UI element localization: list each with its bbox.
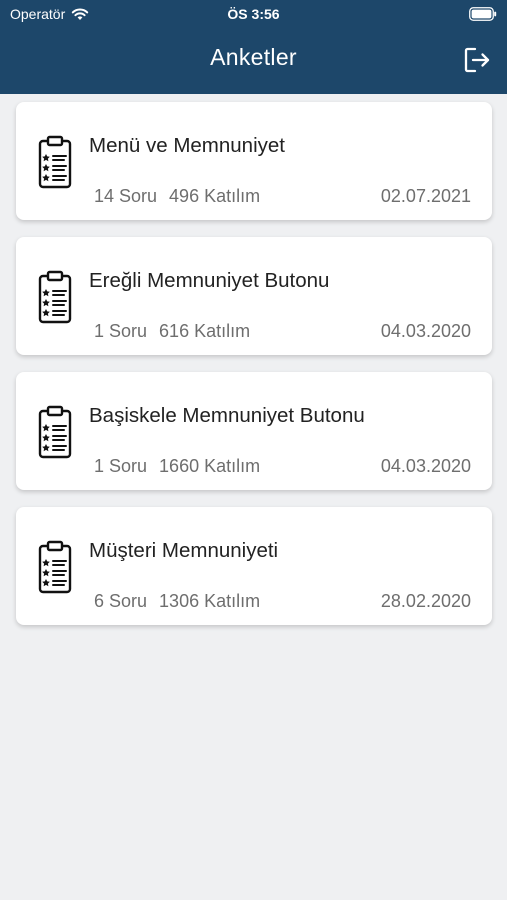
status-time: ÖS 3:56 [227, 6, 280, 22]
clipboard-checklist-icon [38, 135, 72, 189]
survey-card[interactable]: Müşteri Memnuniyeti 6 Soru 1306 Katılım 2… [16, 507, 492, 625]
survey-meta: 6 Soru 1306 Katılım [94, 591, 260, 612]
top-bar: Operatör ÖS 3:56 Anketler [0, 0, 507, 94]
survey-date: 04.03.2020 [380, 321, 471, 341]
clipboard-checklist-icon [38, 270, 72, 324]
question-count: 14 Soru [94, 186, 158, 206]
survey-title: Ereğli Memnuniyet Butonu [89, 269, 330, 292]
clipboard-checklist-icon [38, 540, 72, 594]
survey-date: 04.03.2020 [380, 456, 471, 476]
survey-title: Başiskele Memnuniyet Butonu [89, 404, 365, 427]
survey-title: Menü ve Memnuniyet [89, 134, 285, 157]
question-count: 1 Soru [94, 456, 148, 476]
status-bar: Operatör ÖS 3:56 [0, 0, 507, 30]
survey-title: Müşteri Memnuniyeti [89, 539, 279, 562]
clipboard-checklist-icon [38, 405, 72, 459]
participation-count: 1306 Katılım [159, 591, 261, 611]
survey-card[interactable]: Menü ve Memnuniyet 14 Soru 496 Katılım 02… [16, 102, 492, 220]
battery-icon [469, 7, 497, 21]
participation-count: 1660 Katılım [159, 456, 261, 476]
survey-card[interactable]: Ereğli Memnuniyet Butonu 1 Soru 616 Katıl… [16, 237, 492, 355]
survey-meta: 14 Soru 496 Katılım [94, 186, 260, 207]
survey-meta: 1 Soru 616 Katılım [94, 321, 250, 342]
survey-meta: 1 Soru 1660 Katılım [94, 456, 260, 477]
question-count: 1 Soru [94, 321, 148, 341]
survey-date: 28.02.2020 [380, 591, 471, 611]
survey-list: Menü ve Memnuniyet 14 Soru 496 Katılım 02… [16, 102, 492, 642]
participation-count: 496 Katılım [169, 186, 261, 206]
participation-count: 616 Katılım [159, 321, 251, 341]
page-title: Anketler [210, 44, 297, 70]
logout-icon[interactable] [463, 46, 491, 74]
survey-date: 02.07.2021 [380, 186, 471, 206]
survey-card[interactable]: Başiskele Memnuniyet Butonu 1 Soru 1660 K… [16, 372, 492, 490]
question-count: 6 Soru [94, 591, 148, 611]
